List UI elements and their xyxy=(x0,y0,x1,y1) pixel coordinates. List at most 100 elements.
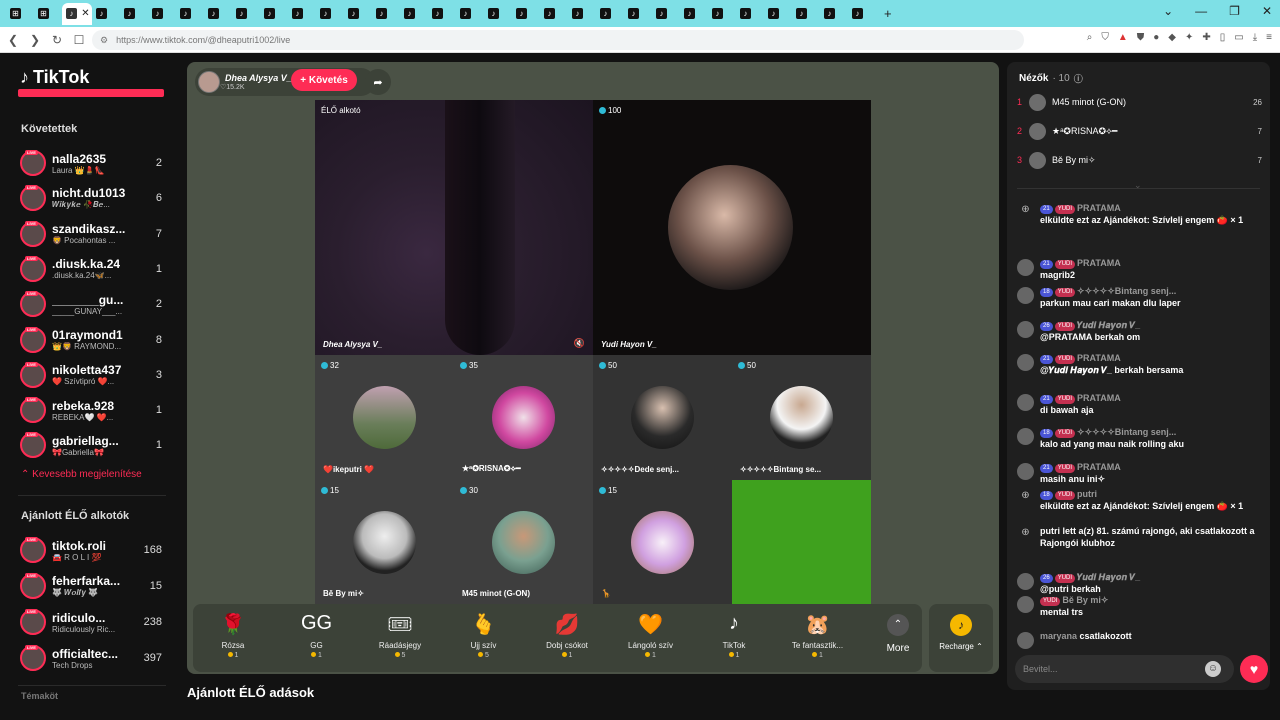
sidebar-account[interactable]: LIVE nikoletta437 ❤️ Szívtipró ❤️... 3 xyxy=(20,360,164,390)
gift-item[interactable]: 🌹 Rózsa 1 xyxy=(193,604,273,672)
url-field[interactable]: ⚙ https://www.tiktok.com/@dheaputri1002/… xyxy=(92,30,1024,50)
gift-item[interactable]: GG GG 1 xyxy=(277,604,357,672)
extension-icon[interactable]: ◆ xyxy=(1168,32,1176,43)
tab-search-button[interactable]: ⌄ xyxy=(1163,4,1173,18)
gift-item[interactable]: 🐹 Te fantasztik... 1 xyxy=(778,604,858,672)
follow-button[interactable]: + Követés xyxy=(291,69,357,91)
video-cell-empty[interactable] xyxy=(732,480,871,604)
browser-tab[interactable]: ♪ xyxy=(456,3,484,25)
zoom-icon[interactable]: ⌕ xyxy=(1087,32,1093,43)
gift-item[interactable]: ♪ TikTok 1 xyxy=(694,604,774,672)
sidebar-account[interactable]: LIVE _______gu... _____GUNAY___... 2 xyxy=(20,289,164,319)
sidebar-icon[interactable]: ▯ xyxy=(1220,32,1226,43)
gift-item[interactable]: 🫰 Ujj szív 5 xyxy=(444,604,524,672)
browser-tab[interactable]: ♪ xyxy=(624,3,652,25)
chat-avatar[interactable] xyxy=(1017,596,1034,613)
chat-avatar[interactable] xyxy=(1017,394,1034,411)
video-cell-guest[interactable]: 15 🦒 xyxy=(593,480,732,604)
sidebar-account[interactable]: LIVE feherfarka... 🐺 𝑾𝒐𝒍𝒇𝒚 🐺 15 xyxy=(20,571,164,601)
browser-tab[interactable]: ♪ xyxy=(400,3,428,25)
new-tab-button[interactable]: + xyxy=(884,6,892,21)
browser-tab[interactable]: ♪ xyxy=(120,3,148,25)
gift-item[interactable]: 💋 Dobj csókot 1 xyxy=(527,604,607,672)
browser-tab[interactable]: ♪ xyxy=(204,3,232,25)
sidebar-account[interactable]: LIVE szandikasz... 🦁 Pocahontas ... 7 xyxy=(20,219,164,249)
sidebar-account[interactable]: LIVE .diusk.ka.24 .diusk.ka.24🦋... 1 xyxy=(20,254,164,284)
video-cell-guest[interactable]: 32 ❤️ikeputri ❤️ xyxy=(315,355,454,480)
browser-tab[interactable]: ♪ xyxy=(344,3,372,25)
browser-tab[interactable]: ♪ xyxy=(708,3,736,25)
chat-username[interactable]: PRATAMA xyxy=(1077,393,1121,403)
chat-avatar[interactable] xyxy=(1017,354,1034,371)
sidebar-account[interactable]: LIVE officialtec... Tech Drops 397 xyxy=(20,643,164,673)
chat-username[interactable]: 𝒀𝒖𝒅𝒊 𝑯𝒂𝒚𝒐𝒏 𝑽_ xyxy=(1077,572,1140,582)
sidebar-account[interactable]: LIVE gabriellag... 🎀Gabriella🎀 1 xyxy=(20,430,164,460)
browser-tab[interactable]: ♪ xyxy=(148,3,176,25)
chat-username[interactable]: PRATAMA xyxy=(1077,258,1121,268)
share-icon[interactable]: ➦ xyxy=(365,69,391,95)
browser-tab[interactable]: ♪ xyxy=(512,3,540,25)
close-window-button[interactable]: ✕ xyxy=(1262,4,1272,18)
chat-username[interactable]: 𝒀𝒖𝒅𝒊 𝑯𝒂𝒚𝒐𝒏 𝑽_ xyxy=(1077,320,1140,330)
chat-avatar[interactable] xyxy=(1017,428,1034,445)
menu-icon[interactable]: ≡ xyxy=(1266,32,1272,43)
mute-icon[interactable]: 🔇 xyxy=(574,338,585,349)
minimize-button[interactable]: — xyxy=(1195,4,1207,18)
chat-avatar[interactable] xyxy=(1017,463,1034,480)
browser-tab[interactable]: ♪ xyxy=(428,3,456,25)
recharge-button[interactable]: ♪ Recharge ⌃ xyxy=(929,604,993,672)
extension-icon[interactable]: ● xyxy=(1153,32,1159,43)
sidebar-account[interactable]: LIVE nalla2635 Laura 👑💄👠 2 xyxy=(20,148,164,178)
download-icon[interactable]: ⤓ xyxy=(1253,32,1257,43)
chat-avatar[interactable] xyxy=(1017,573,1034,590)
like-heart-icon[interactable]: ♥ xyxy=(1240,655,1268,683)
collapse-chevron-icon[interactable]: ⌄ xyxy=(1134,180,1142,191)
site-info-icon[interactable]: ⚙ xyxy=(100,35,108,46)
sidebar-account[interactable]: LIVE nicht.du1013 𝑾𝒊𝒌𝒚𝒌𝒆 🥀𝑩𝒆... 6 xyxy=(20,183,164,213)
viewer-row[interactable]: 1 M45 minot (G-ON) 26 xyxy=(1017,92,1262,112)
forward-icon[interactable]: ❯ xyxy=(26,33,44,47)
video-cell-guest[interactable]: 35 ★ᵃ✪RISNA✪⟡━ xyxy=(454,355,593,480)
chat-avatar[interactable] xyxy=(1017,287,1034,304)
close-tab-icon[interactable]: ✕ xyxy=(79,8,92,19)
browser-tab[interactable]: ♪ xyxy=(288,3,316,25)
browser-tab[interactable]: ⊞ xyxy=(6,3,34,25)
browser-tab[interactable]: ♪ xyxy=(484,3,512,25)
chat-username[interactable]: ✧✧✧✧✧Bintang senj... xyxy=(1077,286,1176,296)
sidebar-account[interactable]: LIVE 01raymond1 👑🦁 RAYMOND... 8 xyxy=(20,325,164,355)
browser-tab[interactable]: ♪ xyxy=(736,3,764,25)
browser-tab[interactable]: ♪ xyxy=(820,3,848,25)
chat-avatar[interactable] xyxy=(1017,321,1034,338)
more-gifts-button[interactable]: ⌃ More xyxy=(872,604,924,672)
wallet-icon[interactable]: ▭ xyxy=(1234,32,1243,43)
viewer-row[interactable]: 3 Bě By mi✧ 7 xyxy=(1017,150,1262,170)
chat-username[interactable]: putri xyxy=(1077,489,1097,499)
browser-tab-active[interactable]: ♪ ✕ xyxy=(62,2,92,25)
chat-username[interactable]: Bě By mi✧ xyxy=(1062,595,1108,605)
browser-tab[interactable]: ♪ xyxy=(316,3,344,25)
puzzle-icon[interactable]: ✚ xyxy=(1202,32,1210,43)
browser-tab[interactable]: ♪ xyxy=(568,3,596,25)
video-cell-host[interactable]: ÉLŐ alkotó Dhea Alysya V_ 🔇 xyxy=(315,100,593,355)
warning-icon[interactable]: ▲ xyxy=(1118,32,1128,43)
shield-icon[interactable]: ⛉ xyxy=(1101,32,1109,43)
video-cell-guest[interactable]: 50 ✧✧✧✧✧Bintang se... xyxy=(732,355,871,480)
host-avatar[interactable] xyxy=(198,71,220,93)
show-less-link[interactable]: ⌃ Kevesebb megjelenítése xyxy=(21,469,142,480)
chat-avatar[interactable] xyxy=(1017,259,1034,276)
chat-avatar[interactable] xyxy=(1017,632,1034,649)
video-cell-guest[interactable]: 30 M45 minot (G-ON) xyxy=(454,480,593,604)
chat-username[interactable]: PRATAMA xyxy=(1077,203,1121,213)
browser-tab[interactable]: ♪ xyxy=(680,3,708,25)
browser-tab[interactable]: ♪ xyxy=(232,3,260,25)
sidebar-account[interactable]: LIVE tiktok.roli 🚘 R O L I 💯 168 xyxy=(20,535,164,565)
browser-tab[interactable]: ♪ xyxy=(792,3,820,25)
gift-item[interactable]: 🎟 Ráadásjegy 5 xyxy=(360,604,440,672)
chat-username[interactable]: PRATAMA xyxy=(1077,462,1121,472)
browser-tab[interactable]: ⊞ xyxy=(34,3,62,25)
chat-input[interactable]: Bevitel... xyxy=(1015,655,1234,683)
chat-username[interactable]: ✧✧✧✧✧Bintang senj... xyxy=(1077,427,1176,437)
browser-tab[interactable]: ♪ xyxy=(764,3,792,25)
info-icon[interactable]: ⓘ xyxy=(1074,72,1083,85)
browser-tab[interactable]: ♪ xyxy=(372,3,400,25)
